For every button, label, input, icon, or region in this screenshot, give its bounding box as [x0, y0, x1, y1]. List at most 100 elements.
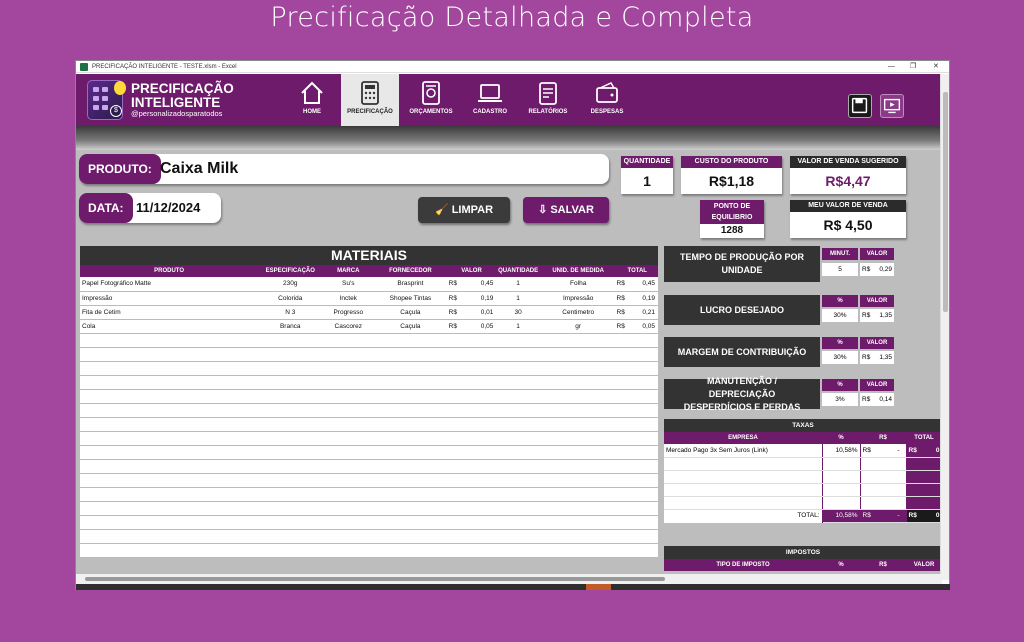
- lucro-pct-input[interactable]: 30%: [822, 309, 858, 322]
- taxas-empty-row: [664, 457, 942, 471]
- table-row[interactable]: [80, 333, 658, 348]
- table-row[interactable]: [80, 459, 658, 474]
- lucro-label: LUCRO DESEJADO: [664, 295, 820, 325]
- margem-pct-input[interactable]: 30%: [822, 351, 858, 364]
- table-row[interactable]: [80, 389, 658, 404]
- laptop-icon: [478, 84, 502, 102]
- horizontal-scrollbar[interactable]: [76, 574, 942, 584]
- limpar-button[interactable]: 🧹 LIMPAR: [418, 197, 510, 223]
- logo-title: PRECIFICAÇÃO INTELIGENTE: [131, 81, 234, 110]
- table-row[interactable]: [80, 417, 658, 432]
- taxas-total-row: TOTAL: 10,58% R$ - R$ 0: [664, 509, 942, 523]
- taxa-pct: 10,58%: [822, 444, 861, 458]
- taxas-header-row: EMPRESA% R$ TOTAL: [664, 432, 942, 444]
- ponto-equilibrio-label: PONTO DE EQUILIBRIO: [700, 200, 764, 224]
- close-icon[interactable]: ✕: [933, 61, 939, 73]
- download-icon: ⇩: [538, 204, 551, 216]
- nav-home[interactable]: HOME: [283, 74, 341, 126]
- ponto-equilibrio-box: PONTO DE EQUILIBRIO 1288: [700, 200, 764, 238]
- document-icon: [422, 81, 440, 105]
- meu-valor-venda-box: MEU VALOR DE VENDA R$ 4,50: [790, 200, 906, 238]
- table-row[interactable]: [80, 431, 658, 446]
- video-icon: [883, 98, 901, 114]
- dollar-coin-icon: $: [110, 105, 122, 117]
- tempo-producao-block: TEMPO DE PRODUÇÃO POR UNIDADE MINUT. VAL…: [664, 246, 906, 282]
- meu-valor-label: MEU VALOR DE VENDA: [790, 200, 906, 212]
- manutencao-block: MANUTENÇÃO / DEPRECIAÇÃO DESPERDÍCIOS E …: [664, 376, 906, 412]
- table-row[interactable]: [80, 375, 658, 390]
- save-file-button[interactable]: [848, 94, 872, 118]
- materiais-header-row: PRODUTO ESPECIFICAÇÃO MARCA FORNECEDOR VALOR…: [80, 265, 658, 277]
- status-bar: [76, 584, 950, 590]
- taxa-total: R$ 0: [906, 444, 942, 458]
- impostos-table: IMPOSTOS TIPO DE IMPOSTO% R$ VALOR: [664, 546, 942, 571]
- nav-relatorios[interactable]: RELATÓRIOS: [519, 74, 577, 126]
- sub-toolbar: [76, 126, 942, 150]
- tempo-valor: R$ 0,29: [860, 263, 894, 276]
- margem-contribuicao-block: MARGEM DE CONTRIBUIÇÃO % VALOR 30% R$ 1,3…: [664, 337, 906, 367]
- valor-venda-sugerido-box: VALOR DE VENDA SUGERIDO R$4,47: [790, 156, 906, 194]
- calculator-icon: [361, 81, 379, 105]
- video-tutorial-button[interactable]: [880, 94, 904, 118]
- table-row[interactable]: Cola Branca Cascorez Caçula R$ 0,05 1 gr R$ 0,05: [80, 319, 658, 334]
- table-row[interactable]: [80, 487, 658, 502]
- custo-label: CUSTO DO PRODUTO: [681, 156, 782, 168]
- meu-valor-value[interactable]: R$ 4,50: [790, 212, 906, 238]
- nav-precificacao[interactable]: PRECIFICAÇÃO: [341, 74, 399, 126]
- app-logo: $ PRECIFICAÇÃO INTELIGENTE @personalizado…: [84, 79, 234, 121]
- salvar-button[interactable]: ⇩ SALVAR: [523, 197, 609, 223]
- data-field[interactable]: DATA: 11/12/2024: [79, 193, 221, 223]
- table-row[interactable]: [80, 361, 658, 376]
- table-row[interactable]: [80, 515, 658, 530]
- banner-title: Precificação Detalhada e Completa: [270, 2, 754, 33]
- restore-icon[interactable]: ❐: [910, 61, 916, 73]
- table-row[interactable]: [80, 473, 658, 488]
- logo-handle: @personalizadosparatodos: [131, 109, 223, 118]
- venda-sugerido-value: R$4,47: [825, 173, 871, 189]
- minimize-icon[interactable]: —: [888, 61, 895, 73]
- table-row[interactable]: Papel Fotográfico Matte 230g Su's Brasprint…: [80, 277, 658, 292]
- tempo-minutos-input[interactable]: 5: [822, 263, 858, 276]
- impostos-header-row: TIPO DE IMPOSTO% R$ VALOR: [664, 559, 942, 571]
- materiais-title: MATERIAIS: [80, 246, 658, 265]
- taxa-empresa[interactable]: Mercado Pago 3x Sem Juros (Link): [664, 444, 823, 458]
- table-row[interactable]: [80, 347, 658, 362]
- home-icon: [301, 81, 323, 104]
- produto-label: PRODUTO:: [79, 154, 161, 184]
- manutencao-valor: R$ 0,14: [860, 393, 894, 406]
- nav-orcamentos[interactable]: ORÇAMENTOS: [402, 74, 460, 126]
- custo-produto-box: CUSTO DO PRODUTO R$1,18: [681, 156, 782, 194]
- table-row[interactable]: [80, 501, 658, 516]
- impostos-title: IMPOSTOS: [664, 546, 942, 559]
- taxa-rs: R$ -: [860, 444, 907, 458]
- lucro-valor: R$ 1,35: [860, 309, 894, 322]
- table-row[interactable]: [80, 445, 658, 460]
- excel-icon: [80, 63, 88, 71]
- nav-cadastro[interactable]: CADASTRO: [461, 74, 519, 126]
- window-title: PRECIFICAÇÃO INTELIGENTE - TESTE.xlsm - …: [92, 64, 237, 70]
- taxas-empty-row: [664, 483, 942, 497]
- table-row[interactable]: [80, 529, 658, 544]
- taxas-row[interactable]: Mercado Pago 3x Sem Juros (Link) 10,58% …: [664, 444, 942, 458]
- produto-field[interactable]: PRODUTO: Caixa Milk: [79, 154, 609, 184]
- wallet-icon: [596, 82, 618, 103]
- table-row[interactable]: [80, 543, 658, 558]
- title-bar: PRECIFICAÇÃO INTELIGENTE - TESTE.xlsm - …: [76, 61, 949, 73]
- tempo-label: TEMPO DE PRODUÇÃO POR UNIDADE: [664, 246, 820, 282]
- app-ribbon: $ PRECIFICAÇÃO INTELIGENTE @personalizado…: [76, 74, 942, 126]
- lightbulb-icon: [114, 81, 126, 95]
- table-row[interactable]: [80, 403, 658, 418]
- produto-value: Caixa Milk: [160, 160, 239, 177]
- taxas-empty-row: [664, 470, 942, 484]
- quantidade-value[interactable]: 1: [621, 168, 673, 194]
- nav-despesas[interactable]: DESPESAS: [578, 74, 636, 126]
- taxas-title: TAXAS: [664, 419, 942, 432]
- taxas-empty-row: [664, 496, 942, 510]
- quantidade-label: QUANTIDADE: [621, 156, 673, 168]
- table-row[interactable]: Impressão Colorida Inctek Shopee Tintas R$ 0,…: [80, 291, 658, 306]
- report-icon: [539, 82, 557, 105]
- lucro-desejado-block: LUCRO DESEJADO % VALOR 30% R$ 1,35: [664, 295, 906, 325]
- vertical-scrollbar[interactable]: [940, 74, 949, 580]
- table-row[interactable]: Fita de Cetim N 3 Progresso Caçula R$ 0,01 30 C…: [80, 305, 658, 320]
- manutencao-pct-input[interactable]: 3%: [822, 393, 858, 406]
